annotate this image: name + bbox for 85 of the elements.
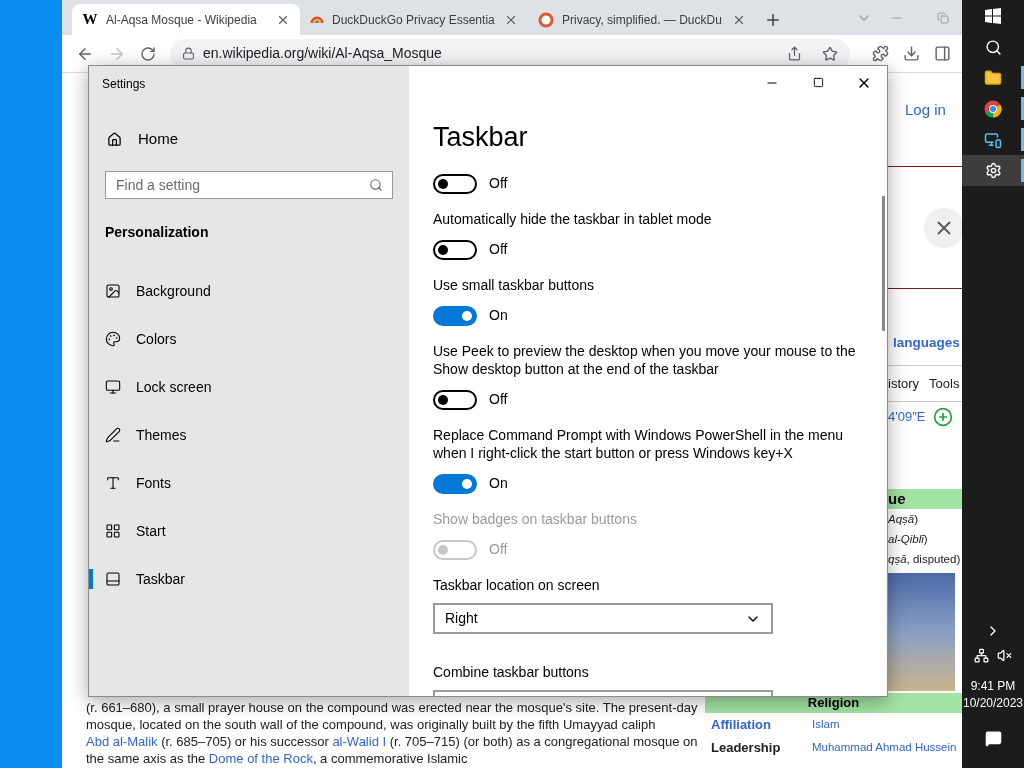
nav-item[interactable]: Lock screen — [89, 363, 409, 411]
page-tab[interactable]: istory — [888, 373, 920, 394]
duck-favicon — [538, 11, 554, 28]
article-paragraph: (r. 661–680), a small prayer house on the compound was erected near the mosque's site. The present-day mosque, located on the south wall of the compound, was originally built by the fifth Umayyad caliph Abd al-Malik (r. 685–705) or his successor al-Walid I (r. 705–715) (or both) as a congregational mosque on the same axis as the Dome of the Rock, a commemorative Islamic — [86, 699, 698, 767]
languages-button[interactable]: languages — [893, 334, 960, 352]
toggle-switch[interactable] — [433, 173, 477, 194]
coordinates-link[interactable]: 4'09″E — [888, 407, 926, 427]
extensions-icon[interactable] — [872, 45, 889, 62]
window-title: Settings — [101, 76, 147, 93]
side-panel-icon[interactable] — [934, 45, 951, 62]
notification-icon[interactable] — [984, 729, 1002, 747]
toggle-state-text: Off — [489, 390, 508, 409]
clock-date[interactable]: 10/20/2023 — [962, 695, 1024, 712]
nav-item[interactable]: Colors — [89, 315, 409, 363]
infobox-label-link[interactable]: Affiliation — [711, 714, 812, 735]
setting-label: Automatically hide the taskbar in tablet mode — [433, 210, 713, 228]
setting-label: Combine taskbar buttons — [433, 663, 590, 681]
rainbow-favicon — [310, 16, 324, 23]
reload-icon[interactable] — [140, 45, 156, 62]
clock-time[interactable]: 9:41 PM — [970, 678, 1016, 695]
toggle-state-text: Off — [489, 174, 508, 193]
toggle-state-text: Off — [489, 240, 508, 259]
setting-label: Show badges on taskbar buttons — [433, 510, 638, 528]
grid-icon — [105, 523, 121, 539]
close-button[interactable] — [924, 207, 964, 248]
browser-icon — [984, 99, 1002, 118]
toggle-switch[interactable] — [433, 473, 477, 494]
monitor-icon — [105, 379, 121, 395]
home-nav-item[interactable]: Home — [89, 119, 409, 159]
lock-icon — [182, 47, 195, 60]
font-icon — [105, 475, 121, 491]
palette-icon — [105, 331, 121, 347]
picture-icon — [105, 283, 121, 299]
toggle-state-text: On — [489, 306, 508, 325]
infobox-name: al-Qiblī) — [888, 532, 929, 547]
windows-logo-icon[interactable] — [985, 8, 1001, 24]
infobox-link[interactable]: Islam — [812, 715, 840, 734]
browser-tab[interactable]: DuckDuckGo Privacy Essentia — [300, 4, 528, 35]
toggle-switch[interactable] — [433, 389, 477, 410]
folder-icon — [984, 68, 1002, 87]
search-field[interactable]: Find a setting — [105, 171, 393, 199]
nav-item[interactable]: Fonts — [89, 459, 409, 507]
nav-item[interactable]: Start — [89, 507, 409, 555]
setting-label: Use Peek to preview the desktop when you move your mouse to the Show desktop button at the end of the taskbar — [433, 342, 857, 378]
settings-icon — [984, 162, 1002, 179]
download-icon[interactable] — [903, 45, 920, 62]
toggle-switch[interactable] — [433, 239, 477, 260]
home-icon — [107, 131, 122, 147]
taskbar-icon — [105, 571, 121, 587]
add-circle-icon[interactable] — [933, 407, 954, 427]
page-tab[interactable]: Tools — [929, 373, 960, 394]
page-title: Taskbar — [433, 121, 529, 153]
maximize-icon[interactable] — [812, 77, 824, 88]
browser-tab[interactable]: Privacy, simplified. — DuckDu — [528, 4, 756, 35]
infobox-name: qṣā, disputed) — [888, 552, 962, 567]
toggle-state-text: Off — [489, 540, 508, 559]
search-icon — [369, 178, 383, 192]
infobox-name: Aqṣā) — [888, 512, 920, 527]
wikipedia-favicon: W — [82, 10, 98, 30]
article-link[interactable]: Dome of the Rock — [208, 751, 313, 766]
monitor-icon — [984, 130, 1002, 149]
article-link[interactable]: Abd al-Malik — [86, 734, 158, 749]
article-link[interactable]: al-Walid I — [332, 734, 387, 749]
toggle-switch[interactable] — [433, 305, 477, 326]
nav-item[interactable]: Taskbar — [89, 555, 409, 603]
pen-icon — [105, 427, 121, 443]
share-icon[interactable] — [787, 46, 802, 61]
browser-tab[interactable]: W Al-Aqsa Mosque - Wikipedia — [72, 4, 300, 35]
muted-speaker-icon[interactable] — [997, 647, 1012, 663]
scrollbar-thumb[interactable] — [882, 196, 885, 331]
search-icon[interactable] — [984, 38, 1002, 56]
bookmark-star-icon[interactable] — [822, 45, 838, 62]
nav-item[interactable]: Background — [89, 267, 409, 315]
setting-label: Replace Command Prompt with Windows PowerShell in the menu when I right-click the start button or press Windows key+X — [433, 426, 845, 462]
toggle-state-text: On — [489, 474, 508, 493]
setting-label: Taskbar location on screen — [433, 576, 601, 594]
infobox-label: Leadership — [711, 738, 782, 757]
section-heading: Personalization — [104, 223, 210, 242]
infobox-link[interactable]: Muhammad Ahmad Hussein — [812, 738, 957, 757]
nav-item[interactable]: Themes — [89, 411, 409, 459]
setting-label: Use small taskbar buttons — [433, 276, 596, 294]
network-icon[interactable] — [974, 647, 989, 663]
taskbar-app-button[interactable] — [962, 155, 1024, 186]
dropdown[interactable]: Right — [433, 603, 773, 634]
login-link[interactable]: Log in — [905, 101, 946, 119]
